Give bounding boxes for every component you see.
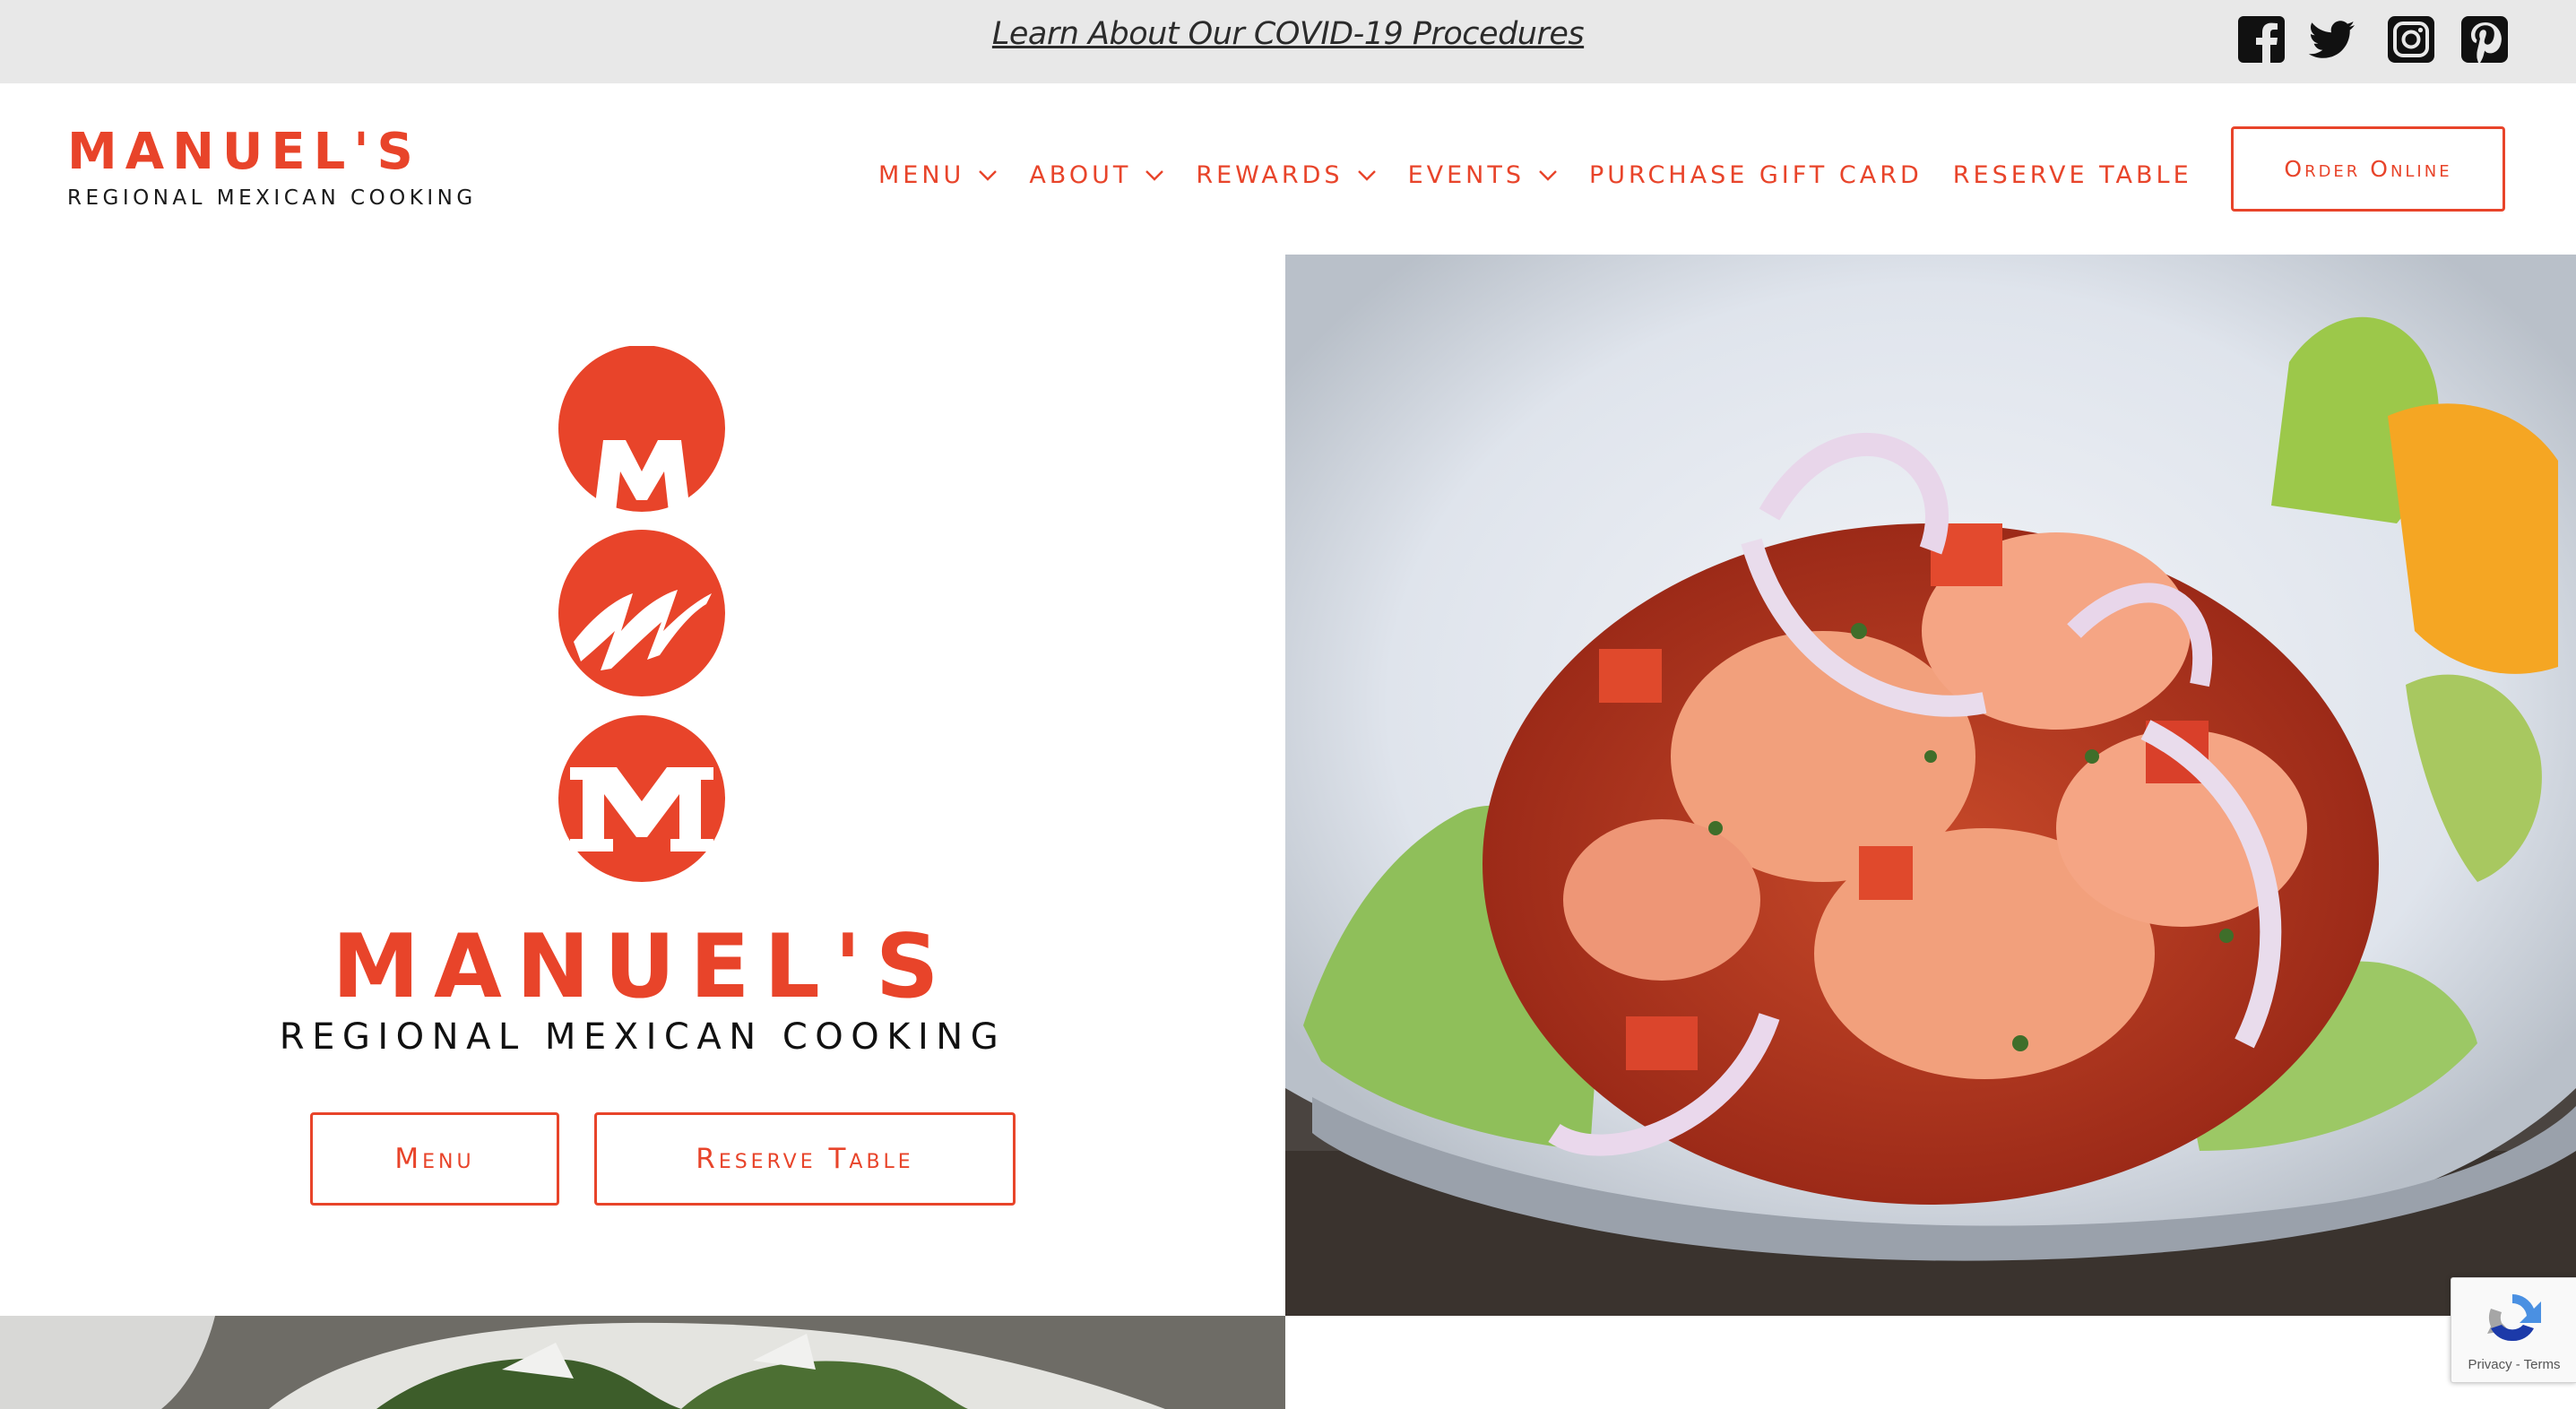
nav-label: RESERVE TABLE bbox=[1952, 161, 2192, 189]
shrimp-ceviche-photo bbox=[1285, 255, 2576, 1316]
nav-label: MENU bbox=[878, 161, 965, 189]
manuels-m-logo bbox=[554, 346, 729, 888]
facebook-icon[interactable] bbox=[2236, 14, 2286, 65]
hero-brand-tagline: REGIONAL MEXICAN COOKING bbox=[279, 1016, 1007, 1058]
reserve-table-button[interactable]: Reserve Table bbox=[594, 1112, 1016, 1206]
recaptcha-privacy-terms[interactable]: Privacy - Terms bbox=[2451, 1357, 2576, 1372]
announcement-bar: Learn About Our COVID-19 Procedures bbox=[0, 0, 2576, 83]
header-logo[interactable]: MANUEL'S REGIONAL MEXICAN COOKING bbox=[67, 123, 477, 211]
nav-item-events[interactable]: EVENTS bbox=[1408, 161, 1559, 189]
twitter-icon[interactable] bbox=[2307, 14, 2357, 65]
recaptcha-badge[interactable]: Privacy - Terms bbox=[2451, 1277, 2576, 1383]
main-nav: MENU ABOUT REWARDS EVENTS PURCHASE GIFT … bbox=[878, 161, 2223, 189]
nav-label: ABOUT bbox=[1029, 161, 1132, 189]
covid-procedures-link[interactable]: Learn About Our COVID-19 Procedures bbox=[0, 16, 2576, 52]
recaptcha-icon bbox=[2487, 1294, 2541, 1342]
chevron-down-icon bbox=[977, 165, 998, 186]
hero-brand-panel: MANUEL'S REGIONAL MEXICAN COOKING Menu R… bbox=[0, 255, 1285, 1316]
nav-label: PURCHASE GIFT CARD bbox=[1588, 161, 1923, 189]
brand-name: MANUEL'S bbox=[67, 123, 421, 181]
nav-item-about[interactable]: ABOUT bbox=[1029, 161, 1165, 189]
order-online-button[interactable]: Order Online bbox=[2231, 126, 2505, 212]
chevron-down-icon bbox=[1537, 165, 1559, 186]
instagram-icon[interactable] bbox=[2386, 14, 2436, 65]
pinterest-icon[interactable] bbox=[2459, 14, 2510, 65]
nav-item-menu[interactable]: MENU bbox=[878, 161, 998, 189]
nav-item-gift-card[interactable]: PURCHASE GIFT CARD bbox=[1589, 161, 1923, 189]
nav-item-rewards[interactable]: REWARDS bbox=[1196, 161, 1377, 189]
hero-brand-name: MANUEL'S bbox=[332, 916, 954, 1018]
brand-tagline: REGIONAL MEXICAN COOKING bbox=[67, 186, 477, 210]
chevron-down-icon bbox=[1356, 165, 1378, 186]
chevron-down-icon bbox=[1144, 165, 1165, 186]
menu-button[interactable]: Menu bbox=[310, 1112, 559, 1206]
nav-label: EVENTS bbox=[1407, 161, 1525, 189]
nav-label: REWARDS bbox=[1196, 161, 1344, 189]
food-photo-strip bbox=[0, 1316, 1285, 1409]
nav-item-reserve-table[interactable]: RESERVE TABLE bbox=[1953, 161, 2192, 189]
